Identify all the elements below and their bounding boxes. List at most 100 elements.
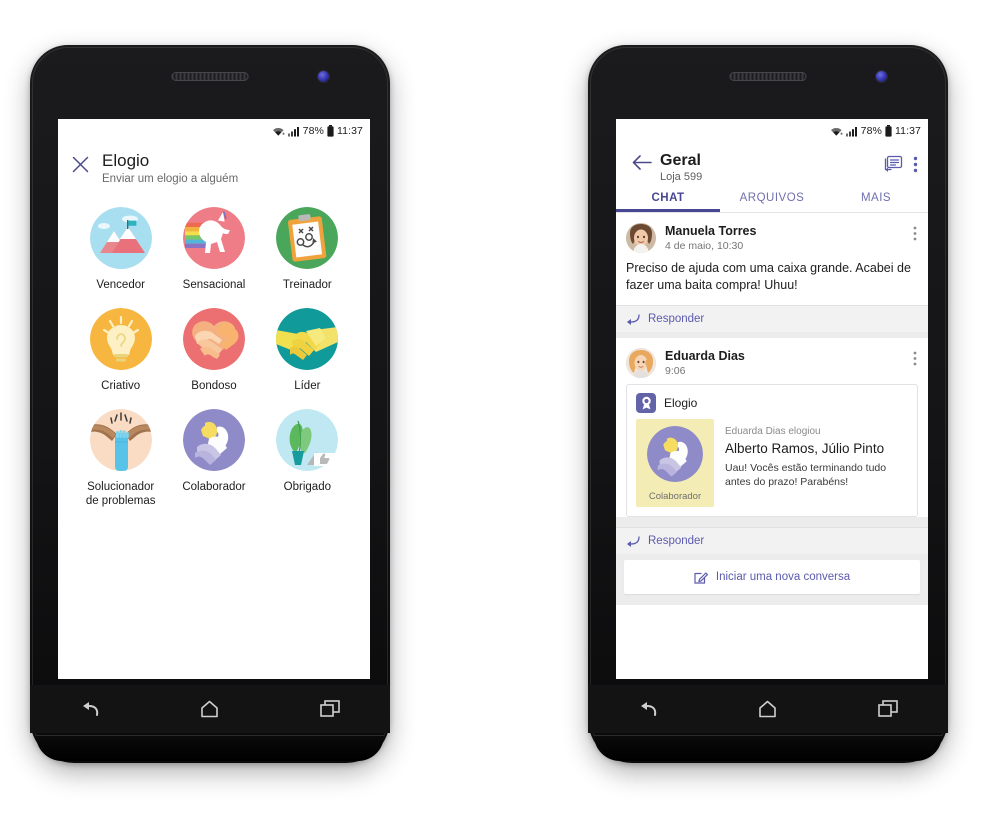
status-bar-left: 78% 11:37 [58,119,370,141]
nav-home-button[interactable] [200,700,219,718]
status-clock: 11:37 [895,125,921,137]
praise-message: Uau! Vocês estão terminando tudo antes d… [725,462,887,488]
tab-arquivos[interactable]: ARQUIVOS [720,183,824,212]
tab-chat[interactable]: CHAT [616,183,720,212]
avatar-eduarda [626,348,656,378]
badge-item-solucionador[interactable]: Solucionador de problemas [74,409,167,508]
nav-back-button[interactable] [638,701,658,718]
praise-app-name: Elogio [664,396,698,410]
nav-recents-button[interactable] [878,700,898,718]
nav-recents-button[interactable] [320,700,340,718]
page-title: Elogio [102,151,150,170]
channel-actions [884,149,920,179]
left-phone: 78% 11:37 Elogio Enviar um elogio a algu… [30,45,390,763]
front-camera-icon [876,71,887,82]
back-arrow-icon [632,155,652,170]
channel-subtitle: Loja 599 [660,171,703,183]
praise-badge-art: Colaborador [636,419,714,507]
back-button[interactable] [624,149,660,170]
badge-label: Líder [294,380,321,392]
message-post-eduarda: Eduarda Dias 9:06 Elogio Colaborador Edu… [616,338,928,517]
post-overflow-button[interactable] [913,223,920,246]
start-new-conversation-button[interactable]: Iniciar uma nova conversa [624,560,920,594]
badge-label: Treinador [282,279,332,291]
plant-thanks-badge-icon [276,409,339,471]
back-icon [83,701,99,716]
tab-mais[interactable]: MAIS [824,183,928,212]
channel-title: Geral [660,152,701,169]
lightbulb-badge-icon [89,308,152,370]
overflow-menu-icon [913,351,917,366]
collaborator-badge-icon [647,426,703,482]
message-feed[interactable]: Manuela Torres 4 de maio, 10:30 Preciso … [616,213,928,605]
wifi-icon [272,127,285,136]
left-phone-screen: 78% 11:37 Elogio Enviar um elogio a algu… [58,119,370,679]
announcement-icon [884,155,903,172]
post-meta: Manuela Torres 4 de maio, 10:30 [656,223,913,252]
status-clock: 11:37 [337,125,363,137]
reply-bar-eduarda[interactable]: Responder [616,527,928,554]
channel-header: Geral Loja 599 [616,141,928,183]
post-overflow-button[interactable] [913,348,920,371]
collaborator-badge-icon [182,409,245,471]
reply-arrow-icon [627,535,640,547]
close-icon [72,156,88,173]
reply-bar-manuela[interactable]: Responder [616,305,928,332]
praise-recipients: Alberto Ramos, Júlio Pinto [725,441,885,456]
right-phone-screen: 78% 11:37 Geral Loja 599 CHAT ARQUIVOS M… [616,119,928,679]
earpiece-speaker-icon [729,72,807,81]
close-button[interactable] [58,151,102,173]
page-subtitle: Enviar um elogio a alguém [102,173,239,185]
post-header: Manuela Torres 4 de maio, 10:30 [616,213,928,255]
badge-item-colaborador[interactable]: Colaborador [167,409,260,508]
badge-item-bondoso[interactable]: Bondoso [167,308,260,393]
overflow-menu-button[interactable] [913,156,918,178]
heart-hands-badge-icon [182,308,245,370]
nav-back-button[interactable] [80,701,100,718]
award-ribbon-icon [636,393,656,413]
status-bar-right: 78% 11:37 [616,119,928,141]
screenshot-stage: 78% 11:37 Elogio Enviar um elogio a algu… [0,0,998,814]
compose-icon [694,572,708,584]
android-nav-bar-left [30,685,390,733]
post-text: Preciso de ajuda com uma caixa grande. A… [626,261,911,292]
praise-card[interactable]: Elogio Colaborador Eduarda Dias elogiou … [626,384,918,517]
signal-icon [287,126,299,136]
elogio-title-block: Elogio Enviar um elogio a alguém [102,151,238,185]
home-icon [201,700,219,718]
post-author: Eduarda Dias [665,349,745,363]
post-author: Manuela Torres [665,224,757,238]
home-icon [759,700,777,718]
wifi-icon [830,127,843,136]
channel-title-block: Geral Loja 599 [660,149,884,183]
badge-label: Obrigado [283,481,331,493]
signal-icon [845,126,857,136]
nav-home-button[interactable] [758,700,777,718]
announcement-button[interactable] [884,155,903,179]
praise-from-line: Eduarda Dias elogiou [725,426,821,437]
post-timestamp: 9:06 [665,365,686,377]
front-camera-icon [318,71,329,82]
unicorn-rainbow-badge-icon [182,207,245,269]
overflow-menu-icon [913,226,917,241]
battery-percent: 78% [860,125,882,137]
breaking-chains-badge-icon [89,409,152,471]
badge-grid: Vencedor Sensacional Treinador Criativo … [58,189,370,508]
badge-item-lider[interactable]: Líder [261,308,354,393]
overflow-menu-icon [913,156,918,173]
post-timestamp: 4 de maio, 10:30 [665,240,744,252]
recents-icon [878,700,898,717]
handshake-badge-icon [276,308,339,370]
badge-item-sensacional[interactable]: Sensacional [167,207,260,292]
praise-card-text: Eduarda Dias elogiou Alberto Ramos, Júli… [714,419,908,507]
recents-icon [320,700,340,717]
badge-item-vencedor[interactable]: Vencedor [74,207,167,292]
reply-label: Responder [648,313,705,325]
badge-item-obrigado[interactable]: Obrigado [261,409,354,508]
earpiece-speaker-icon [171,72,249,81]
badge-item-criativo[interactable]: Criativo [74,308,167,393]
praise-card-header: Elogio [627,385,917,419]
badge-label: Bondoso [191,380,237,392]
back-icon [641,701,657,716]
badge-item-treinador[interactable]: Treinador [261,207,354,292]
